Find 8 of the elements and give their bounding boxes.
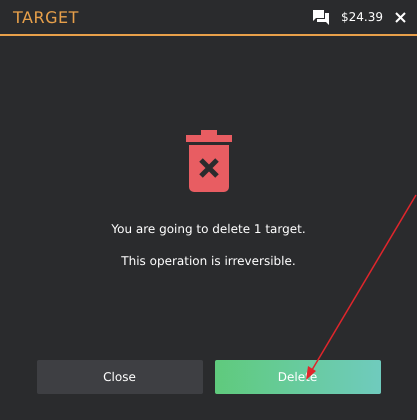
header-title: TARGET — [13, 8, 79, 26]
balance-amount: $24.39 — [341, 10, 383, 24]
chat-icon[interactable] — [313, 10, 329, 24]
trash-icon — [186, 130, 232, 192]
message-text: You are going to delete 1 target. — [111, 222, 306, 236]
close-button[interactable]: Close — [36, 360, 202, 394]
close-icon[interactable] — [395, 12, 406, 22]
message-text: This operation is irreversible. — [121, 254, 296, 268]
